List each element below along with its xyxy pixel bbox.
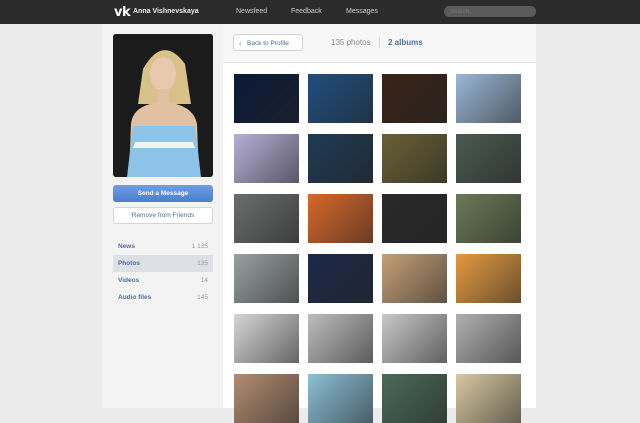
photo-thumbnail[interactable]: [382, 74, 447, 123]
menu-item-count: 1 135: [191, 243, 208, 250]
photo-thumbnail[interactable]: [234, 194, 299, 243]
photo-thumbnail[interactable]: [456, 314, 521, 363]
photo-thumbnail[interactable]: [308, 194, 373, 243]
photo-thumbnail[interactable]: [382, 374, 447, 423]
menu-item-label: Videos: [118, 277, 140, 284]
remove-friend-button[interactable]: Remove from Friends: [113, 207, 213, 224]
photo-thumbnail[interactable]: [382, 254, 447, 303]
photo-thumbnail[interactable]: [308, 134, 373, 183]
photo-thumbnail[interactable]: [234, 314, 299, 363]
avatar-image: [113, 34, 213, 177]
photo-thumbnail[interactable]: [308, 314, 373, 363]
menu-item-count: 145: [197, 294, 208, 301]
menu-item-photos[interactable]: Photos 135: [113, 255, 213, 272]
menu-item-count: 14: [200, 277, 208, 284]
photo-thumbnail[interactable]: [308, 374, 373, 423]
photo-thumbnail[interactable]: [456, 74, 521, 123]
nav-newsfeed[interactable]: Newsfeed: [236, 8, 267, 15]
back-to-profile-button[interactable]: ‹ Back to Profile: [233, 34, 303, 51]
photos-count: 135 photos: [331, 38, 371, 47]
photo-thumbnail[interactable]: [234, 74, 299, 123]
menu-item-videos[interactable]: Videos 14: [113, 272, 213, 289]
albums-link[interactable]: 2 albums: [388, 38, 423, 47]
menu-item-count: 135: [197, 260, 208, 267]
photo-thumbnail[interactable]: [234, 374, 299, 423]
photo-thumbnail[interactable]: [382, 314, 447, 363]
top-bar: vk Anna Vishnevskaya Newsfeed Feedback M…: [0, 0, 640, 24]
menu-item-news[interactable]: News 1 135: [113, 238, 213, 255]
page: Send a Message Remove from Friends News …: [102, 24, 536, 423]
send-message-button[interactable]: Send a Message: [113, 185, 213, 202]
menu-item-label: News: [118, 243, 135, 250]
photo-thumbnail[interactable]: [382, 194, 447, 243]
photo-thumbnail[interactable]: [456, 194, 521, 243]
photo-thumbnail[interactable]: [456, 254, 521, 303]
photo-thumbnail[interactable]: [308, 254, 373, 303]
vk-logo[interactable]: vk: [114, 5, 131, 20]
menu-item-audio[interactable]: Audio files 145: [113, 289, 213, 306]
photo-thumbnail[interactable]: [456, 374, 521, 423]
photo-thumbnail[interactable]: [308, 74, 373, 123]
photo-thumbnail[interactable]: [382, 134, 447, 183]
search-input[interactable]: [444, 6, 536, 17]
nav-feedback[interactable]: Feedback: [291, 8, 322, 15]
photo-thumbnail[interactable]: [456, 134, 521, 183]
menu-item-label: Photos: [118, 260, 141, 267]
photo-thumbnail[interactable]: [234, 134, 299, 183]
user-name[interactable]: Anna Vishnevskaya: [133, 8, 199, 15]
menu-item-label: Audio files: [118, 294, 152, 301]
profile-sidebar: Send a Message Remove from Friends News …: [102, 24, 223, 408]
avatar[interactable]: [113, 34, 213, 177]
nav-messages[interactable]: Messages: [346, 8, 378, 15]
photos-header: ‹ Back to Profile 135 photos 2 albums: [223, 24, 536, 63]
photos-panel: ‹ Back to Profile 135 photos 2 albums: [223, 24, 536, 423]
back-label: Back to Profile: [247, 40, 289, 47]
profile-menu: News 1 135 Photos 135 Videos 14 Audio fi…: [113, 238, 213, 306]
chevron-left-icon: ‹: [239, 39, 242, 48]
header-divider: [379, 37, 380, 48]
photo-thumbnail[interactable]: [234, 254, 299, 303]
